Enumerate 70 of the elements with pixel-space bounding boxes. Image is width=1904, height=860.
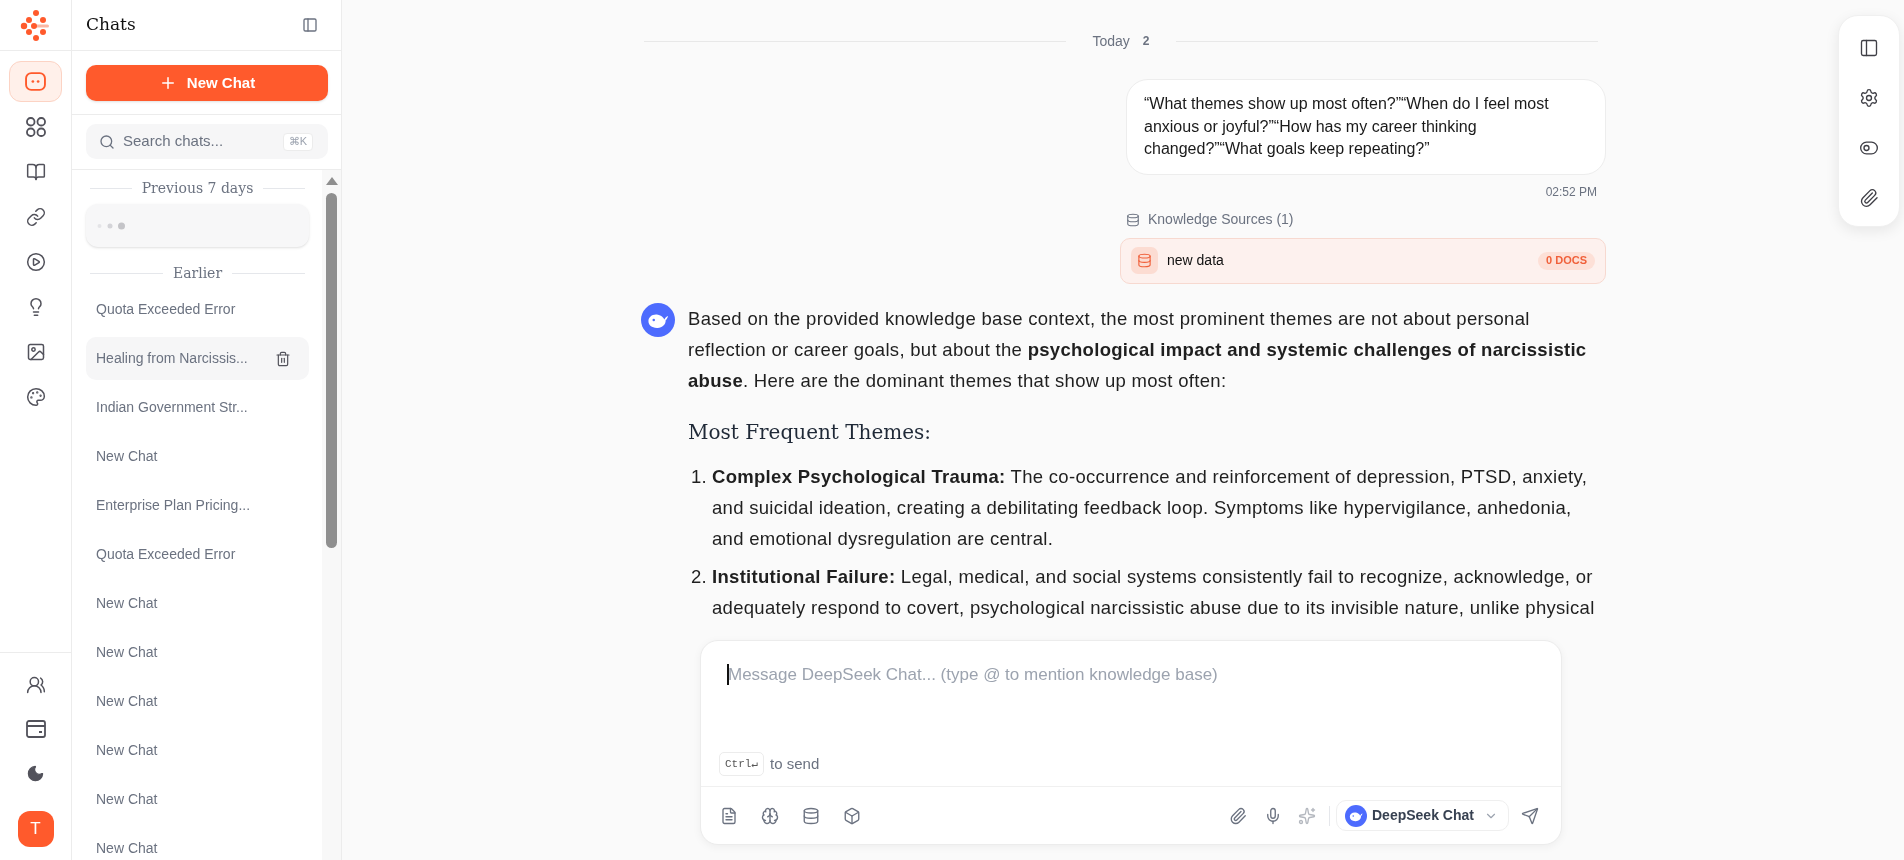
user-message-bubble: “What themes show up most often?”“When do I feel most anxious or joyful?”“How has my career thinking changed?”“What goals keep repeating?” — [1126, 79, 1606, 175]
user-avatar[interactable]: T — [17, 811, 54, 847]
message-count: 2 — [1142, 33, 1150, 50]
shortcut-key: Ctrl↵ — [719, 752, 765, 776]
list-number: 2. — [690, 564, 709, 589]
database-icon — [1131, 247, 1158, 274]
list-number: 1. — [690, 464, 709, 489]
database-icon[interactable] — [802, 806, 820, 825]
list-item-text: Institutional Failure: Legal, medical, and social systems consistently fail to recognize, acknowledge, or adequately respond to covert, psychological narcissistic abuse due to its invisible nature, unlike physical — [712, 564, 1596, 620]
chat-list-item[interactable]: New Chat — [86, 435, 309, 478]
chat-list-item[interactable]: New Chat — [86, 778, 309, 821]
paperclip-icon[interactable] — [1859, 188, 1879, 208]
model-selector[interactable]: DeepSeek Chat — [1336, 800, 1509, 831]
chat-list-item[interactable]: Enterprise Plan Pricing... — [86, 484, 309, 527]
search-field[interactable]: Search chats... ⌘K — [86, 124, 328, 159]
sidebar-title: Chats — [86, 13, 136, 37]
date-divider-label: Today — [1092, 31, 1130, 51]
message-paragraph: Based on the provided knowledge base context, the most prominent themes are not about personal reflection or career goals, but about the psychological impact and systemic challenges of narcissistic abuse. Here are the dominant themes that show up most often: — [688, 306, 1588, 393]
book-icon[interactable] — [25, 161, 46, 182]
loading-dots-icon — [97, 221, 125, 230]
cube-icon[interactable] — [843, 806, 861, 825]
database-icon — [1126, 212, 1140, 227]
brain-icon[interactable] — [761, 806, 779, 825]
composer-card[interactable]: Message DeepSeek Chat... (type @ to mention knowledge base) Ctrl↵ to send DeepSeek Chat — [700, 640, 1562, 845]
document-icon[interactable] — [720, 806, 738, 825]
knowledge-source-card[interactable]: new data 0 DOCS — [1120, 237, 1606, 284]
source-name: new data — [1167, 251, 1224, 270]
section-heading: Most Frequent Themes: — [688, 418, 933, 446]
list-item-text: Complex Psychological Trauma: The co-occurrence and reinforcement of depression, PTSD, anxiety, and suicidal ideation, creating a debilitating feedback loop. Symptoms like hypervigilance, anhedonia, and emotional dysregulation are central. — [712, 464, 1589, 551]
docs-count-badge: 0 DOCS — [1538, 251, 1595, 270]
scrollbar-thumb[interactable] — [326, 193, 337, 548]
grid-icon[interactable] — [25, 116, 46, 137]
new-chat-button[interactable]: New Chat — [86, 65, 328, 101]
palette-icon[interactable] — [25, 386, 46, 407]
trash-icon[interactable] — [275, 350, 291, 367]
image-icon[interactable] — [25, 341, 46, 362]
chat-list-item[interactable]: New Chat — [86, 582, 309, 625]
message-input[interactable]: Message DeepSeek Chat... (type @ to mention knowledge base) — [701, 662, 1561, 752]
chat-list-item[interactable]: Quota Exceeded Error — [86, 533, 309, 576]
chat-list-item[interactable]: New Chat — [86, 827, 309, 860]
chat-list-item[interactable]: New Chat — [86, 729, 309, 772]
play-icon[interactable] — [25, 251, 46, 272]
chat-list-item[interactable]: Indian Government Str... — [86, 386, 309, 429]
section-label: Previous 7 days — [141, 178, 254, 198]
sources-label: Knowledge Sources (1) — [1148, 210, 1294, 229]
sidebar-toggle-icon[interactable] — [302, 17, 318, 33]
send-hint: to send — [770, 753, 820, 774]
send-icon[interactable] — [1521, 806, 1539, 825]
chat-list-item[interactable]: New Chat — [86, 631, 309, 674]
panel-layout-icon[interactable] — [1859, 38, 1879, 58]
shortcut-key: ⌘K — [282, 132, 313, 151]
search-icon — [99, 133, 115, 150]
chat-list-item[interactable]: Healing from Narcissis... — [86, 337, 309, 380]
people-icon[interactable] — [25, 675, 46, 695]
search-input[interactable]: Search chats... — [123, 130, 263, 153]
card-icon[interactable] — [25, 720, 46, 738]
microphone-icon[interactable] — [1264, 806, 1282, 825]
scroll-up-arrow-icon[interactable] — [326, 177, 338, 185]
chat-list-item[interactable]: Quota Exceeded Error — [86, 288, 309, 331]
message-time: 02:52 PM — [1545, 183, 1598, 200]
moon-icon[interactable] — [26, 763, 45, 783]
whale-icon — [1345, 804, 1367, 827]
chat-list-item[interactable]: New Chat — [86, 680, 309, 723]
logo-icon[interactable] — [19, 8, 52, 42]
chat-bubble-icon[interactable] — [25, 72, 46, 91]
section-label: Earlier — [172, 263, 223, 283]
settings-icon[interactable] — [1859, 88, 1879, 108]
link-icon[interactable] — [25, 206, 46, 227]
paperclip-icon[interactable] — [1229, 806, 1247, 825]
whale-avatar-icon — [641, 302, 675, 337]
